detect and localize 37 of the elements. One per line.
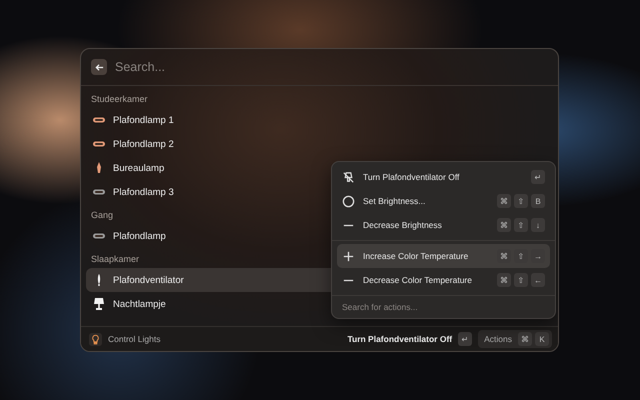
key-cap: ↵	[531, 170, 545, 184]
key-cap: ⌘	[518, 332, 532, 346]
key-cap: ⌘	[497, 249, 511, 263]
lamp-off-icon	[342, 170, 355, 184]
primary-action[interactable]: Turn Plafondventilator Off	[347, 334, 452, 344]
section-header: Studeerkamer	[90, 93, 149, 106]
key-cap: ↓	[531, 218, 545, 232]
action-item[interactable]: Turn Plafondventilator Off ↵	[337, 165, 550, 189]
back-button[interactable]	[91, 59, 107, 75]
list-item[interactable]: Plafondlamp 2	[86, 132, 553, 156]
key-cap: ←	[531, 273, 545, 287]
action-item[interactable]: Decrease Color Temperature ⌘ ⇧ ←	[337, 268, 550, 292]
search-field[interactable]: Search...	[115, 58, 548, 76]
plus-icon	[342, 250, 355, 262]
circle-icon	[342, 194, 355, 208]
action-item[interactable]: Increase Color Temperature ⌘ ⇧ →	[337, 244, 550, 268]
list-item[interactable]: Plafondlamp 1	[86, 108, 553, 132]
section-header: Gang	[90, 209, 114, 222]
key-cap: ⌘	[497, 218, 511, 232]
key-cap: K	[535, 332, 549, 346]
key-cap: ⇧	[514, 273, 528, 287]
action-search-field[interactable]: Search for actions...	[332, 295, 555, 318]
left-arrow-icon	[94, 62, 104, 72]
key-cap: ⌘	[497, 194, 511, 208]
key-cap: ⌘	[497, 273, 511, 287]
action-item[interactable]: Decrease Brightness ⌘ ⇧ ↓	[337, 213, 550, 237]
key-cap: B	[531, 194, 545, 208]
action-item[interactable]: Set Brightness... ⌘ ⇧ B	[337, 189, 550, 213]
extension-title: Control Lights	[108, 334, 162, 344]
lightbulb-icon	[89, 332, 102, 346]
key-cap: ⇧	[514, 249, 528, 263]
key-cap: ⇧	[514, 194, 528, 208]
key-cap: ↵	[458, 332, 472, 346]
section-header: Slaapkamer	[90, 253, 140, 266]
key-cap: →	[531, 249, 545, 263]
key-cap: ⇧	[514, 218, 528, 232]
actions-button[interactable]: Actions ⌘ K	[478, 330, 552, 348]
